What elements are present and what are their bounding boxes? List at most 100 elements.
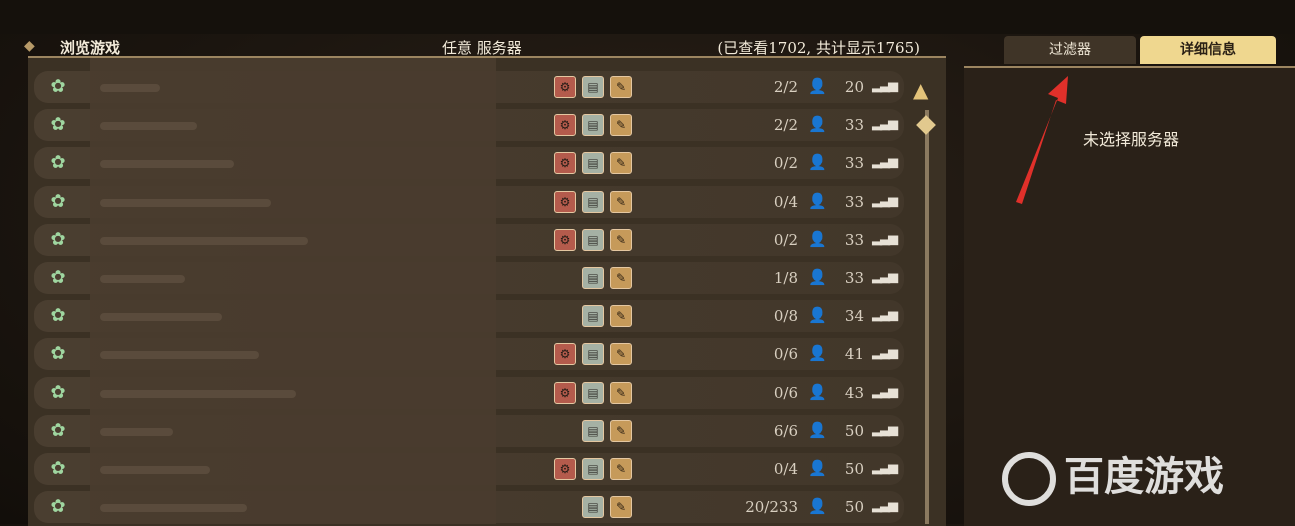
blurred-name-line (100, 236, 308, 245)
game-icon: ✿ (50, 76, 66, 97)
mods-icon: ⚙ (554, 76, 576, 98)
dedicated-server-icon: ▤ (582, 458, 604, 480)
mods-icon: ⚙ (554, 190, 576, 213)
wrench-icon: ✎ (610, 419, 632, 442)
player-count: 0/6 (773, 345, 798, 364)
no-server-selected-text: 未选择服务器 (1083, 130, 1180, 149)
player-count: 0/4 (773, 192, 798, 211)
dedicated-server-icon: ▤ (582, 305, 604, 328)
player-count: 0/2 (773, 230, 798, 249)
ping-value: 20 (844, 78, 864, 96)
wrench-icon: ✎ (610, 496, 632, 519)
dedicated-server-icon: ▤ (582, 190, 604, 213)
wrench-icon: ✎ (610, 76, 632, 98)
wrench-icon: ✎ (610, 343, 632, 366)
mods-icon: ⚙ (554, 458, 576, 480)
scrollbar-track[interactable] (925, 110, 929, 524)
dedicated-server-icon: ▤ (582, 381, 604, 404)
game-icon: ✿ (50, 267, 66, 288)
player-icon: 👤 (808, 153, 827, 172)
player-icon: 👤 (808, 306, 827, 325)
wrench-icon: ✎ (610, 190, 632, 213)
signal-bars-icon: ▂▃▅ (872, 192, 898, 208)
ping-value: 33 (844, 116, 864, 135)
ping-value: 50 (844, 421, 864, 440)
signal-bars-icon: ▂▃▅ (872, 269, 898, 284)
game-icon: ✿ (50, 419, 66, 441)
player-icon: 👤 (808, 420, 827, 439)
blurred-name-line (100, 198, 271, 207)
wrench-icon: ✎ (610, 114, 632, 137)
tab-filter[interactable]: 过滤器 (1004, 36, 1136, 64)
dedicated-server-icon: ▤ (582, 114, 604, 137)
dedicated-server-icon: ▤ (582, 496, 604, 519)
player-count: 6/6 (773, 421, 798, 440)
player-count: 0/2 (773, 154, 798, 173)
ping-value: 33 (844, 269, 864, 287)
dedicated-server-icon: ▤ (582, 419, 604, 442)
player-icon: 👤 (808, 382, 827, 401)
blurred-name-line (100, 275, 185, 283)
scroll-up-arrow-icon[interactable]: ▲ (913, 78, 928, 102)
mods-icon: ⚙ (554, 381, 576, 404)
signal-bars-icon: ▂▃▅ (872, 383, 898, 399)
wrench-icon: ✎ (610, 305, 632, 328)
ping-value: 33 (844, 192, 864, 211)
player-count: 0/8 (773, 307, 798, 326)
server-list-header: ◆ 浏览游戏 任意 服务器 (已查看1702, 共计显示1765) (24, 34, 944, 58)
game-icon: ✿ (50, 228, 66, 250)
game-icon: ✿ (50, 190, 66, 212)
wrench-icon: ✎ (610, 228, 632, 251)
browse-games-title: 浏览游戏 (60, 39, 121, 57)
wrench-icon: ✎ (610, 267, 632, 289)
signal-bars-icon: ▂▃▅ (872, 421, 898, 437)
wrench-icon: ✎ (610, 381, 632, 404)
dedicated-server-icon: ▤ (582, 152, 604, 175)
player-icon: 👤 (808, 459, 827, 477)
red-arrow-annotation-icon (1016, 76, 1068, 204)
signal-bars-icon: ▂▃▅ (872, 307, 898, 323)
ping-value: 33 (844, 154, 864, 173)
game-icon: ✿ (50, 305, 66, 327)
mods-icon: ⚙ (554, 343, 576, 366)
blurred-name-line (100, 84, 160, 92)
player-count: 0/4 (773, 460, 798, 478)
player-count: 0/6 (773, 383, 798, 402)
player-icon: 👤 (808, 115, 827, 134)
player-count: 2/2 (773, 116, 798, 135)
blurred-name-line (100, 160, 234, 169)
game-icon: ✿ (50, 496, 66, 518)
dedicated-server-icon: ▤ (582, 343, 604, 366)
mods-icon: ⚙ (554, 114, 576, 137)
player-icon: 👤 (808, 497, 827, 516)
game-icon: ✿ (50, 152, 66, 174)
player-count: 20/233 (745, 498, 798, 517)
server-filter-label[interactable]: 任意 服务器 (442, 37, 522, 58)
corner-ornament-icon: ◆ (24, 38, 35, 54)
dedicated-server-icon: ▤ (582, 228, 604, 251)
ping-value: 43 (844, 383, 864, 402)
ping-value: 33 (844, 230, 864, 249)
tab-details[interactable]: 详细信息 (1140, 36, 1276, 64)
blurred-name-line (100, 504, 247, 513)
mods-icon: ⚙ (554, 152, 576, 175)
blurred-name-line (100, 351, 259, 360)
watermark-text: 百度游戏 (1064, 454, 1224, 500)
player-icon: 👤 (808, 344, 827, 363)
blurred-name-line (100, 466, 210, 474)
top-strip (0, 0, 1295, 34)
player-icon: 👤 (808, 229, 827, 248)
watermark: 百度游戏 (1002, 444, 1224, 506)
player-icon: 👤 (808, 268, 827, 286)
ping-value: 50 (844, 498, 864, 517)
signal-bars-icon: ▂▃▅ (872, 345, 898, 361)
signal-bars-icon: ▂▃▅ (872, 460, 898, 475)
wrench-icon: ✎ (610, 458, 632, 480)
blurred-name-line (100, 122, 197, 131)
player-icon: 👤 (808, 77, 827, 95)
game-icon: ✿ (50, 458, 66, 479)
player-icon: 👤 (808, 191, 827, 210)
signal-bars-icon: ▂▃▅ (872, 230, 898, 246)
ping-value: 34 (844, 307, 864, 326)
signal-bars-icon: ▂▃▅ (872, 498, 898, 514)
